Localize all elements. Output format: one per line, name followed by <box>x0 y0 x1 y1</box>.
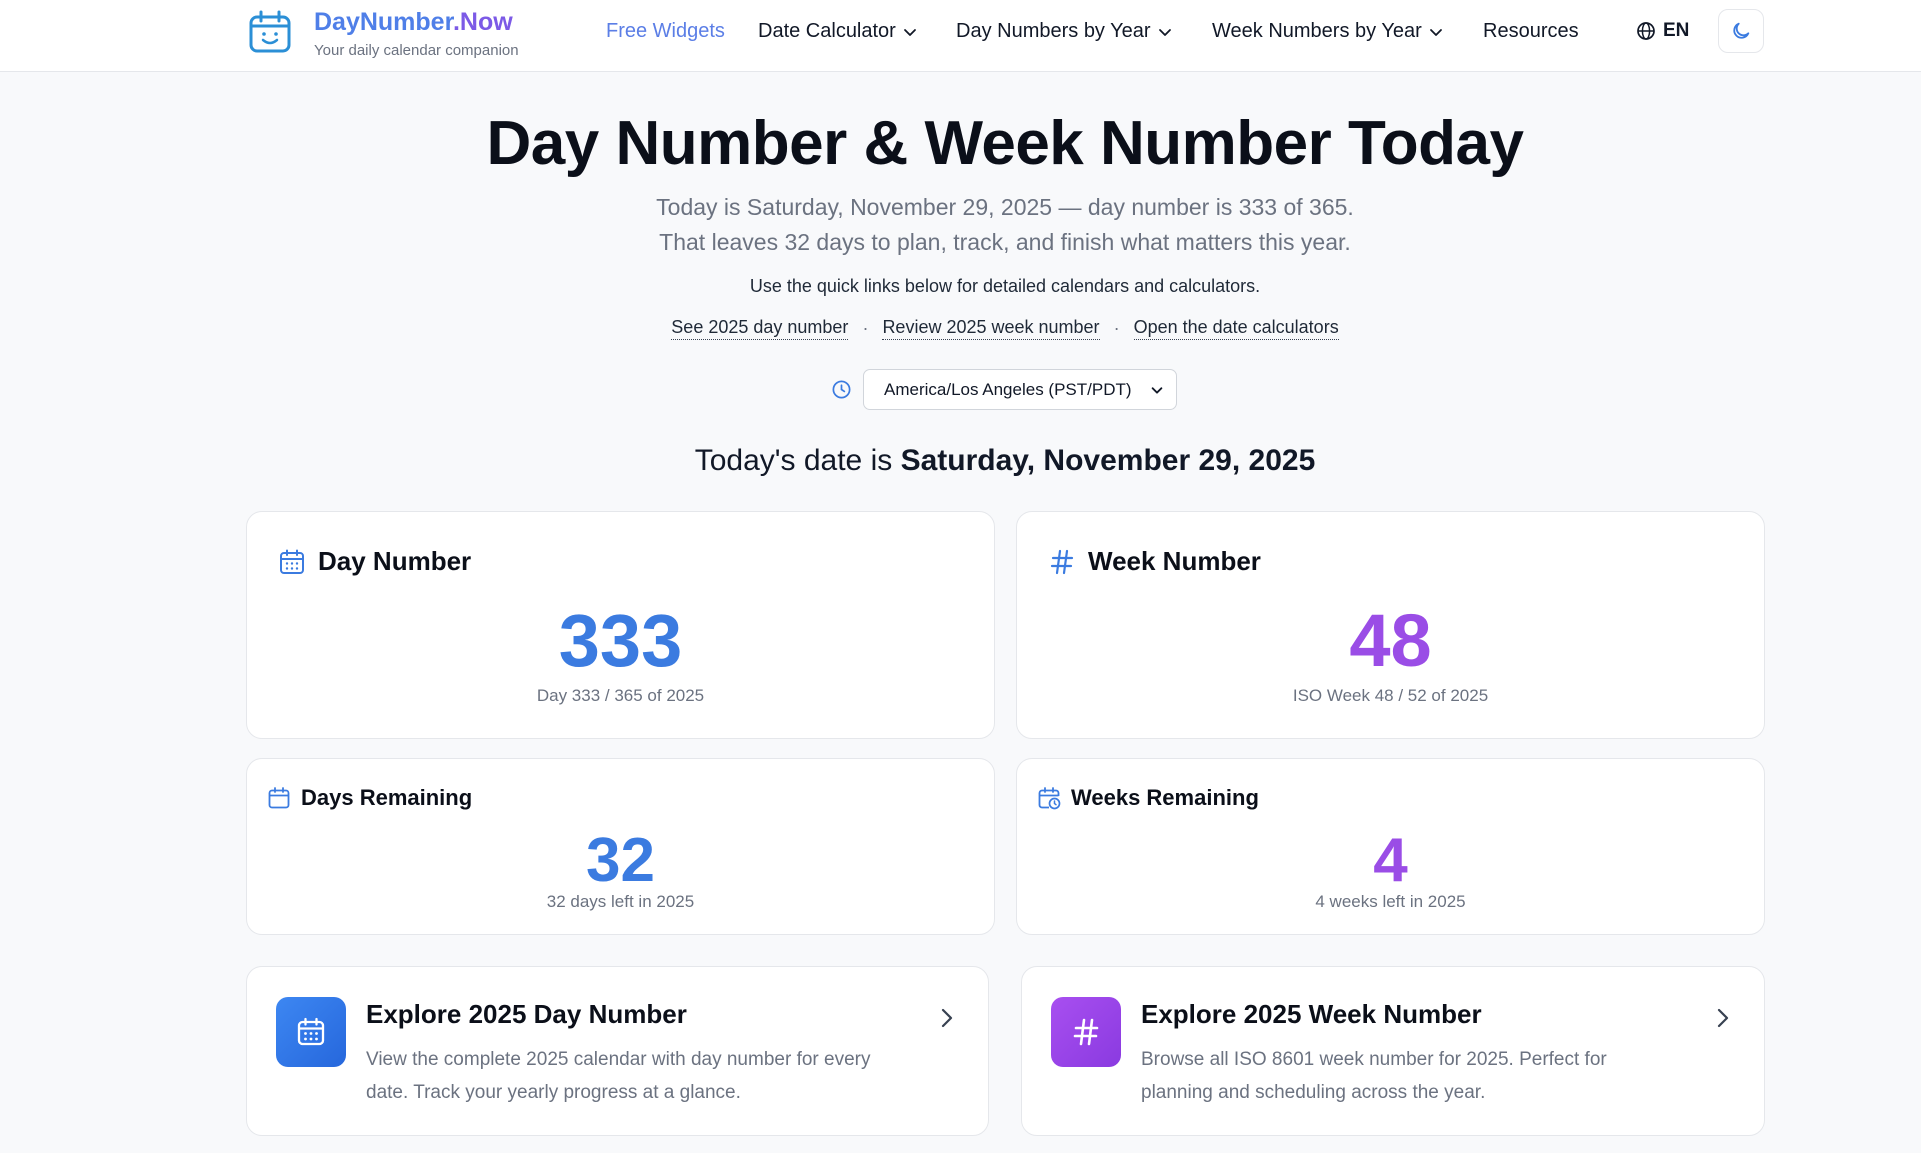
brand-tagline: Your daily calendar companion <box>314 42 519 59</box>
week-number-card: Week Number 48 ISO Week 48 / 52 of 2025 <box>1016 511 1765 739</box>
timezone-selected: America/Los Angeles (PST/PDT) <box>884 379 1132 399</box>
week-number-value: 48 <box>1349 599 1432 682</box>
link-separator: · <box>862 318 869 338</box>
days-remaining-card: Days Remaining 32 32 days left in 2025 <box>246 758 995 935</box>
explore-week-description: Browse all ISO 8601 week number for 2025… <box>1141 1049 1607 1103</box>
explore-week-number-card[interactable]: Explore 2025 Week Number Browse all ISO … <box>1021 966 1765 1136</box>
day-number-value: 333 <box>558 599 683 682</box>
clock-icon <box>832 380 851 399</box>
nav-resources[interactable]: Resources <box>1483 20 1579 43</box>
calendar-icon <box>268 787 290 809</box>
language-label: EN <box>1663 20 1690 41</box>
brand-name[interactable]: DayNumber.Now <box>314 8 513 37</box>
week-number-subtext: ISO Week 48 / 52 of 2025 <box>1292 686 1489 705</box>
days-remaining-subtext: 32 days left in 2025 <box>546 892 695 911</box>
link-separator: · <box>1113 318 1120 338</box>
explore-day-description: View the complete 2025 calendar with day… <box>366 1049 871 1103</box>
card-title: Day Number <box>318 546 472 576</box>
chevron-down-icon <box>1151 386 1163 394</box>
today-date: Saturday, November 29, 2025 <box>900 444 1316 477</box>
hero-subtitle-line-1: Today is Saturday, November 29, 2025 — d… <box>656 194 1354 220</box>
chevron-right-icon <box>941 1008 953 1028</box>
quick-links-note: Use the quick links below for detailed c… <box>749 276 1261 296</box>
chevron-down-icon <box>1429 28 1442 36</box>
days-remaining-value: 32 <box>586 826 655 895</box>
calendar-icon <box>280 549 304 574</box>
timezone-select[interactable]: America/Los Angeles (PST/PDT) <box>863 369 1177 410</box>
top-navbar: DayNumber.Now Your daily calendar compan… <box>0 0 1921 72</box>
day-number-card: Day Number 333 Day 333 / 365 of 2025 <box>246 511 995 739</box>
nav-week-numbers-by-year[interactable]: Week Numbers by Year <box>1212 20 1444 43</box>
explore-week-title: Explore 2025 Week Number <box>1141 999 1482 1029</box>
day-number-subtext: Day 333 / 365 of 2025 <box>536 686 705 705</box>
chevron-down-icon <box>903 28 916 36</box>
weeks-remaining-value: 4 <box>1373 826 1408 895</box>
chevron-down-icon <box>1158 28 1171 36</box>
card-title: Days Remaining <box>301 785 473 810</box>
nav-free-widgets[interactable]: Free Widgets <box>606 20 725 43</box>
globe-icon <box>1637 22 1655 40</box>
today-date-line: Today's date is Saturday, November 29, 2… <box>694 444 1316 477</box>
card-title: Weeks Remaining <box>1071 785 1259 810</box>
link-date-calculators[interactable]: Open the date calculators <box>1133 317 1339 340</box>
page-title: Day Number & Week Number Today <box>486 109 1524 178</box>
weeks-remaining-subtext: 4 weeks left in 2025 <box>1315 892 1466 911</box>
nav-day-numbers-by-year[interactable]: Day Numbers by Year <box>956 20 1173 43</box>
explore-day-number-card[interactable]: Explore 2025 Day Number View the complet… <box>246 966 989 1136</box>
hash-icon <box>1050 549 1074 574</box>
language-selector[interactable]: EN <box>1636 20 1689 42</box>
calendar-logo-icon[interactable] <box>247 9 293 55</box>
card-title: Week Number <box>1088 546 1261 576</box>
hash-icon <box>1051 997 1121 1067</box>
link-2025-day-number[interactable]: See 2025 day number <box>671 317 849 340</box>
moon-icon <box>1733 22 1750 39</box>
weeks-remaining-card: Weeks Remaining 4 4 weeks left in 2025 <box>1016 758 1765 935</box>
link-2025-week-number[interactable]: Review 2025 week number <box>882 317 1100 340</box>
calendar-clock-icon <box>1038 787 1061 810</box>
explore-day-title: Explore 2025 Day Number <box>366 999 687 1029</box>
hero-subtitle-line-2: That leaves 32 days to plan, track, and … <box>659 229 1351 255</box>
nav-date-calculator[interactable]: Date Calculator <box>758 20 918 43</box>
theme-toggle-button[interactable] <box>1718 9 1764 53</box>
chevron-right-icon <box>1717 1008 1729 1028</box>
quick-links: See 2025 day number · Review 2025 week n… <box>0 317 1921 340</box>
calendar-icon <box>276 997 346 1067</box>
